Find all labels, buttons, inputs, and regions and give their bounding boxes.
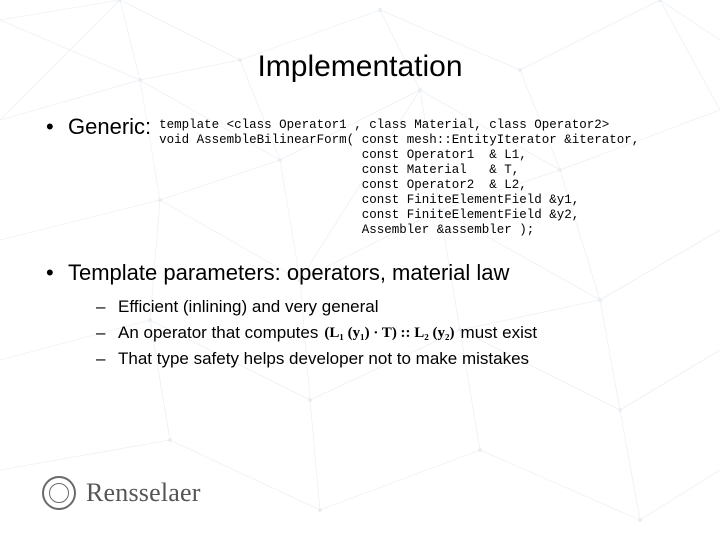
bullet-template-label: Template parameters: operators, material… (68, 260, 509, 286)
bullet-generic: • Generic: template <class Operator1 , c… (40, 114, 680, 238)
sub-bullet-2: – An operator that computes (L₁ (y₁) · T… (96, 320, 680, 346)
sub-bullet-2-text-a: An operator that computes (118, 320, 318, 346)
sub-bullet-3: – That type safety helps developer not t… (96, 346, 680, 372)
bullet-generic-label: Generic: (68, 114, 159, 140)
sub-bullet-1: – Efficient (inlining) and very general (96, 294, 680, 320)
dash-marker: – (96, 346, 118, 372)
sub-bullet-1-text: Efficient (inlining) and very general (118, 294, 379, 320)
logo-wordmark: Rensselaer (86, 478, 201, 508)
slide-title: Implementation (40, 50, 680, 84)
sub-bullet-list: – Efficient (inlining) and very general … (40, 294, 680, 372)
footer-logo: Rensselaer (42, 476, 201, 510)
bullet-marker: • (40, 114, 68, 140)
code-signature: template <class Operator1 , class Materi… (159, 114, 680, 238)
bullet-marker: • (40, 260, 68, 286)
sub-bullet-3-text: That type safety helps developer not to … (118, 346, 529, 372)
sub-bullet-2-text-b: must exist (461, 320, 538, 346)
slide-content: Implementation • Generic: template <clas… (0, 0, 720, 372)
dash-marker: – (96, 320, 118, 346)
operator-formula: (L₁ (y₁) · T) :: L₂ (y₂) (318, 320, 460, 346)
bullet-template-params: • Template parameters: operators, materi… (40, 260, 680, 286)
dash-marker: – (96, 294, 118, 320)
rensselaer-seal-icon (42, 476, 76, 510)
